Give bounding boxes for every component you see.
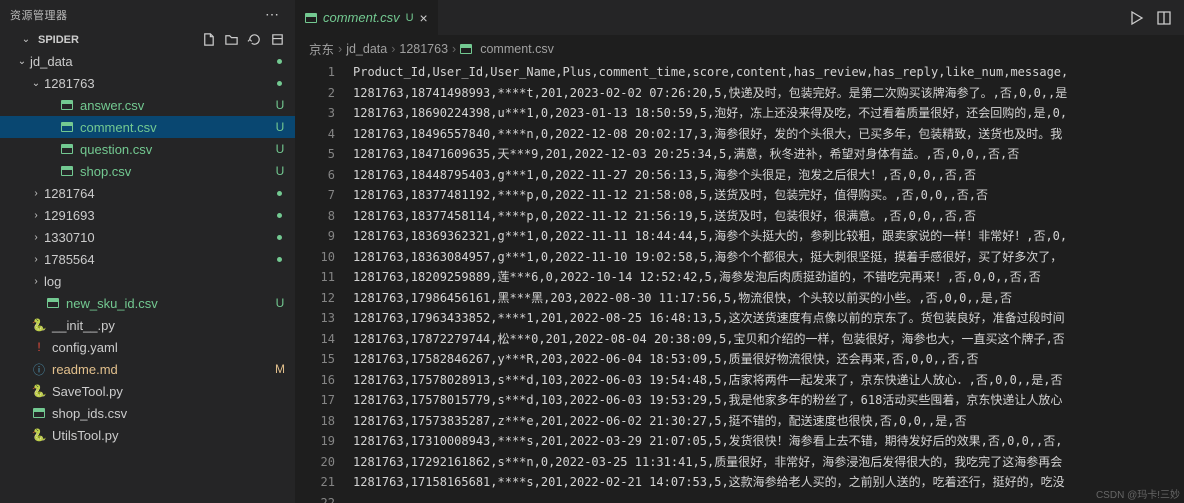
project-name: SPIDER: [38, 34, 79, 46]
new-folder-icon[interactable]: [224, 32, 239, 47]
chevron-icon: ›: [28, 276, 44, 287]
breadcrumb-segment[interactable]: 京东: [309, 39, 334, 58]
item-label: SaveTool.py: [52, 384, 287, 399]
file-item[interactable]: answer.csvU: [0, 94, 295, 116]
breadcrumb-segment[interactable]: 1281763: [399, 42, 448, 56]
tab-bar: comment.csv U ×: [295, 0, 1184, 35]
editor-content[interactable]: Product_Id,User_Id,User_Name,Plus,commen…: [353, 62, 1184, 503]
tab-comment-csv[interactable]: comment.csv U ×: [295, 0, 439, 35]
folder-item[interactable]: ›1281764: [0, 182, 295, 204]
chevron-icon: ›: [28, 232, 44, 243]
refresh-icon[interactable]: [247, 32, 262, 47]
item-label: __init__.py: [52, 318, 287, 333]
item-label: comment.csv: [80, 120, 273, 135]
file-item[interactable]: question.csvU: [0, 138, 295, 160]
chevron-icon: ›: [28, 188, 44, 199]
file-item[interactable]: shop_ids.csv: [0, 402, 295, 424]
explorer-sidebar: 资源管理器 ⋯ ⌄ SPIDER ⌄jd_data⌄1281763answer.…: [0, 0, 295, 503]
folder-item[interactable]: ›1785564: [0, 248, 295, 270]
breadcrumb-segment[interactable]: comment.csv: [480, 42, 554, 56]
line-gutter: 12345678910111213141516171819202122: [295, 62, 353, 503]
folder-item[interactable]: ⌄1281763: [0, 72, 295, 94]
folder-item[interactable]: ›1291693: [0, 204, 295, 226]
item-label: 1291693: [44, 208, 272, 223]
item-label: shop.csv: [80, 164, 273, 179]
file-item[interactable]: 🐍UtilsTool.py: [0, 424, 295, 446]
item-label: log: [44, 274, 287, 289]
item-label: 1785564: [44, 252, 272, 267]
item-label: new_sku_id.csv: [66, 296, 273, 311]
file-item[interactable]: shop.csvU: [0, 160, 295, 182]
folder-item[interactable]: ›1330710: [0, 226, 295, 248]
chevron-icon: ›: [28, 254, 44, 265]
tab-status: U: [406, 12, 414, 24]
folder-item[interactable]: ⌄jd_data: [0, 50, 295, 72]
item-label: question.csv: [80, 142, 273, 157]
chevron-icon: ⌄: [28, 78, 44, 89]
collapse-icon[interactable]: [270, 32, 285, 47]
item-label: UtilsTool.py: [52, 428, 287, 443]
chevron-icon: ⌄: [14, 56, 30, 67]
item-label: readme.md: [52, 362, 273, 377]
item-label: shop_ids.csv: [52, 406, 287, 421]
close-icon[interactable]: ×: [420, 10, 428, 26]
breadcrumb-segment[interactable]: jd_data: [346, 42, 387, 56]
new-file-icon[interactable]: [201, 32, 216, 47]
item-label: 1330710: [44, 230, 272, 245]
file-item[interactable]: ⓘreadme.mdM: [0, 358, 295, 380]
file-item[interactable]: comment.csvU: [0, 116, 295, 138]
watermark: CSDN @玛卡!三妙: [1096, 486, 1180, 501]
item-label: 1281764: [44, 186, 272, 201]
file-item[interactable]: 🐍__init__.py: [0, 314, 295, 336]
file-item[interactable]: !config.yaml: [0, 336, 295, 358]
chevron-down-icon[interactable]: ⌄: [18, 34, 34, 45]
item-label: answer.csv: [80, 98, 273, 113]
explorer-title: 资源管理器: [10, 7, 68, 23]
item-label: jd_data: [30, 54, 272, 69]
item-label: config.yaml: [52, 340, 287, 355]
file-item[interactable]: new_sku_id.csvU: [0, 292, 295, 314]
more-icon[interactable]: ⋯: [259, 6, 285, 23]
chevron-icon: ›: [28, 210, 44, 221]
csv-icon: [305, 13, 317, 23]
file-tree: ⌄jd_data⌄1281763answer.csvUcomment.csvUq…: [0, 50, 295, 503]
tab-filename: comment.csv: [323, 10, 400, 25]
breadcrumb[interactable]: 京东›jd_data›1281763›comment.csv: [295, 35, 1184, 62]
item-label: 1281763: [44, 76, 272, 91]
split-icon[interactable]: [1156, 10, 1172, 26]
file-item[interactable]: 🐍SaveTool.py: [0, 380, 295, 402]
folder-item[interactable]: ›log: [0, 270, 295, 292]
run-icon[interactable]: [1128, 10, 1144, 26]
